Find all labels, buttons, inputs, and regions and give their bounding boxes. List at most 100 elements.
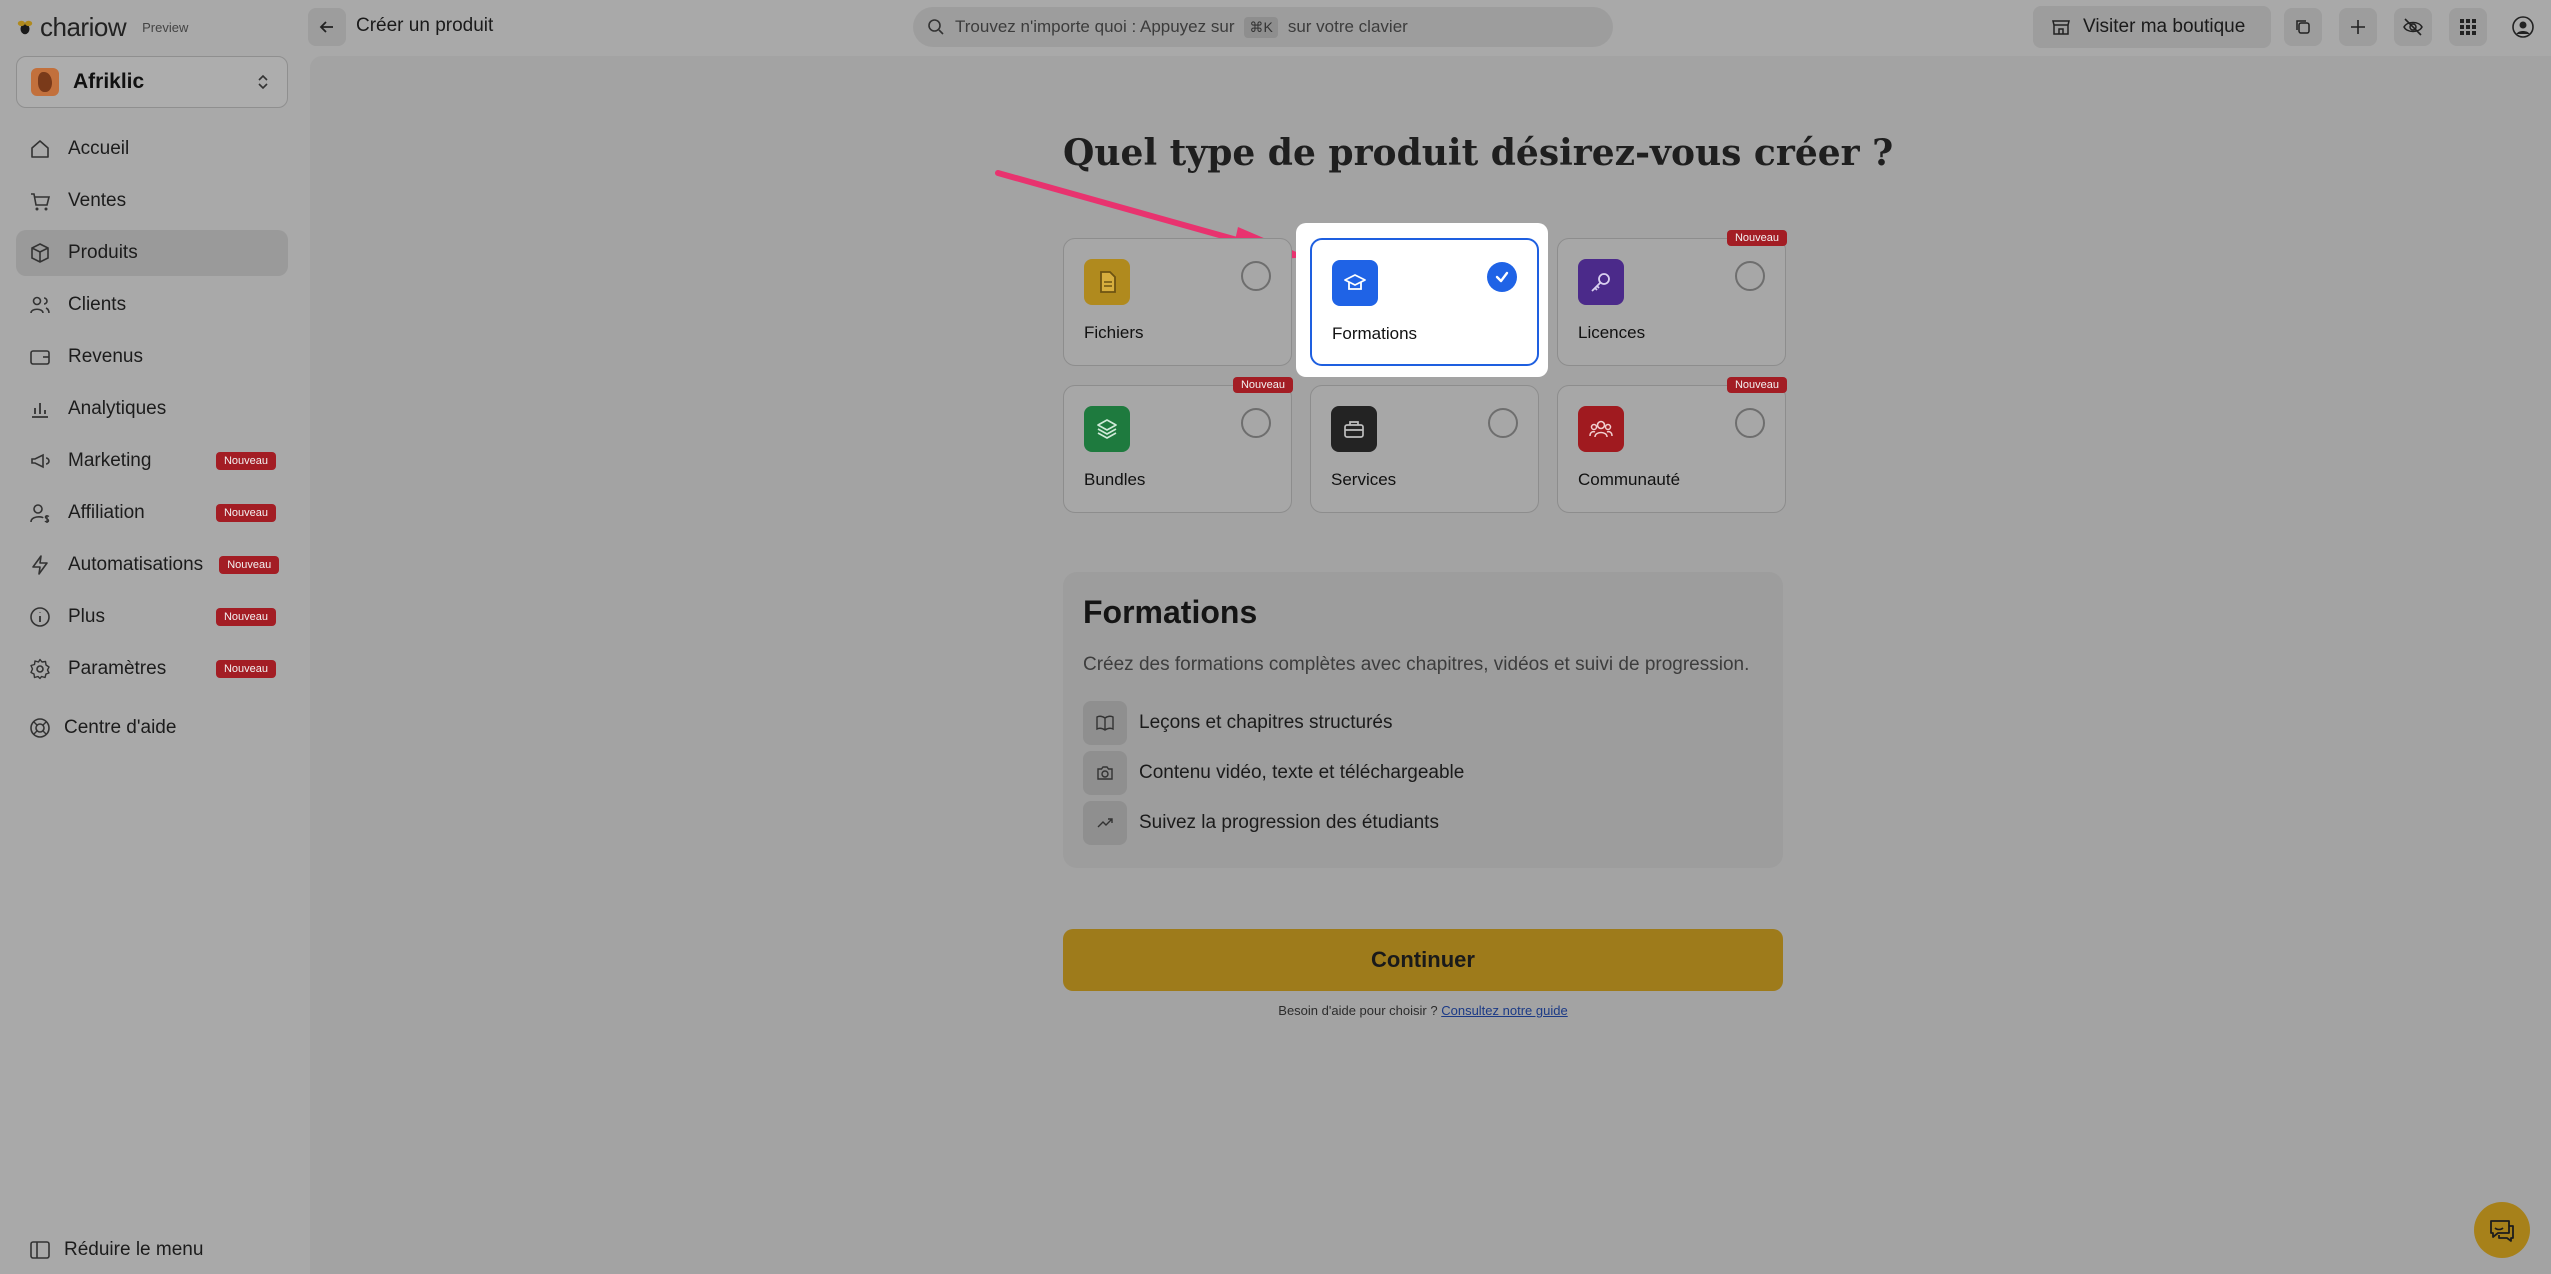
- home-icon: [31, 140, 49, 158]
- chevron-updown-icon: [258, 74, 268, 90]
- workspace-switcher[interactable]: Afriklic: [16, 56, 288, 108]
- sidebar-item-marketing[interactable]: Marketing Nouveau: [16, 438, 288, 484]
- product-type-card-formations[interactable]: Formations: [1310, 238, 1539, 366]
- trending-up-icon: [1083, 801, 1127, 845]
- new-badge: Nouveau: [215, 504, 276, 522]
- sidebar-item-label: Clients: [68, 294, 127, 315]
- product-type-card-fichiers[interactable]: Fichiers: [1063, 238, 1292, 366]
- new-badge: Nouveau: [1232, 377, 1293, 393]
- brand[interactable]: chariow Preview: [16, 12, 188, 42]
- sidebar-item-analytiques[interactable]: Analytiques: [16, 386, 288, 432]
- product-type-label: Bundles: [1084, 470, 1146, 489]
- radio-button[interactable]: [1488, 408, 1518, 438]
- product-type-card-communaute[interactable]: Communauté Nouveau: [1557, 377, 1787, 513]
- sidebar-item-ventes[interactable]: Ventes: [16, 178, 288, 224]
- sidebar: chariow Preview Afriklic Accueil Ventes …: [0, 0, 308, 1274]
- key-icon: [1578, 259, 1624, 305]
- chat-support-button[interactable]: [2474, 1202, 2530, 1258]
- sidebar-item-revenus[interactable]: Revenus: [16, 334, 288, 380]
- copy-button[interactable]: [2284, 8, 2322, 46]
- bolt-icon: [32, 555, 48, 575]
- sidebar-item-label: Centre d'aide: [64, 717, 177, 738]
- account-button[interactable]: [2504, 8, 2542, 46]
- workspace-name: Afriklic: [73, 70, 145, 93]
- sidebar-item-label: Plus: [68, 606, 105, 627]
- new-badge: Nouveau: [215, 660, 276, 678]
- sidebar-item-produits[interactable]: Produits: [16, 230, 288, 276]
- bee-logo-icon: [17, 20, 33, 35]
- sidebar-item-label: Paramètres: [68, 658, 167, 679]
- product-type-label: Fichiers: [1084, 323, 1144, 342]
- arrow-left-icon: [319, 21, 333, 33]
- visit-store-button[interactable]: Visiter ma boutique: [2033, 6, 2271, 48]
- search-icon: [928, 19, 944, 35]
- sidebar-item-label: Ventes: [68, 190, 127, 211]
- sidebar-item-affiliation[interactable]: Affiliation Nouveau: [16, 490, 288, 536]
- new-badge: Nouveau: [215, 452, 276, 470]
- sidebar-item-accueil[interactable]: Accueil: [16, 126, 288, 172]
- sidebar-item-label: Analytiques: [68, 398, 167, 419]
- guide-link[interactable]: Consultez notre guide: [1441, 1003, 1567, 1018]
- product-type-card-services[interactable]: Services: [1310, 385, 1539, 513]
- users-icon: [30, 296, 50, 314]
- chat-icon: [2490, 1220, 2514, 1242]
- topbar: Créer un produit Trouvez n'importe quoi …: [308, 0, 2551, 54]
- camera-icon: [1083, 751, 1127, 795]
- book-icon: [1083, 701, 1127, 745]
- product-type-label: Formations: [1332, 324, 1418, 343]
- user-dollar-icon: [30, 504, 50, 523]
- preview-tag: Preview: [142, 19, 189, 35]
- help-line: Besoin d'aide pour choisir ? Consultez n…: [1063, 1003, 1783, 1018]
- sidebar-item-parametres[interactable]: Paramètres Nouveau: [16, 646, 288, 692]
- product-type-label: Services: [1331, 470, 1397, 489]
- search-placeholder-suffix: sur votre clavier: [1287, 17, 1408, 36]
- layers-icon: [1084, 406, 1130, 452]
- page-title: Créer un produit: [356, 15, 494, 36]
- shortcut-key: ⌘K: [1244, 16, 1278, 38]
- sidebar-item-label: Accueil: [68, 138, 130, 159]
- box-icon: [31, 243, 49, 263]
- selected-check-icon[interactable]: [1487, 262, 1517, 292]
- feature-label: Contenu vidéo, texte et téléchargeable: [1139, 762, 1465, 783]
- new-badge: Nouveau: [1726, 377, 1787, 393]
- graduation-icon: [1332, 260, 1378, 306]
- sidebar-nav: Accueil Ventes Produits Clients Revenus …: [16, 126, 288, 698]
- details-description: Créez des formations complètes avec chap…: [1083, 654, 1750, 675]
- sidebar-item-help-center[interactable]: Centre d'aide: [28, 716, 176, 740]
- user-circle-icon: [2512, 16, 2534, 38]
- visit-store-label: Visiter ma boutique: [2083, 16, 2246, 37]
- back-button[interactable]: [308, 8, 346, 46]
- radio-button[interactable]: [1735, 408, 1765, 438]
- search-bar[interactable]: Trouvez n'importe quoi : Appuyez sur ⌘K …: [913, 7, 1613, 47]
- sidebar-item-clients[interactable]: Clients: [16, 282, 288, 328]
- apps-button[interactable]: [2449, 8, 2487, 46]
- hide-preview-button[interactable]: [2394, 8, 2432, 46]
- collapse-menu-button[interactable]: Réduire le menu: [28, 1238, 203, 1262]
- info-icon: [30, 607, 50, 627]
- product-type-card-bundles[interactable]: Bundles Nouveau: [1063, 377, 1293, 513]
- chart-icon: [32, 403, 48, 418]
- sidebar-item-label: Affiliation: [68, 502, 145, 523]
- radio-button[interactable]: [1241, 408, 1271, 438]
- new-badge: Nouveau: [219, 556, 280, 574]
- radio-button[interactable]: [1735, 261, 1765, 291]
- product-type-card-licences[interactable]: Licences Nouveau: [1557, 230, 1787, 366]
- radio-button[interactable]: [1241, 261, 1271, 291]
- search-placeholder: Trouvez n'importe quoi : Appuyez sur: [955, 17, 1235, 36]
- brand-name: chariow: [40, 11, 127, 42]
- store-icon: [2052, 20, 2070, 35]
- add-button[interactable]: [2339, 8, 2377, 46]
- wallet-icon: [30, 350, 50, 365]
- cart-icon: [31, 193, 51, 211]
- grid-icon: [2460, 19, 2476, 35]
- sidebar-item-plus[interactable]: Plus Nouveau: [16, 594, 288, 640]
- continue-button[interactable]: Continuer: [1063, 929, 1783, 991]
- product-type-label: Communauté: [1578, 470, 1681, 489]
- sidebar-item-label: Automatisations: [68, 554, 204, 575]
- product-type-label: Licences: [1578, 323, 1646, 342]
- sidebar-item-automatisations[interactable]: Automatisations Nouveau: [16, 542, 288, 588]
- product-type-details: Formations Créez des formations complète…: [1063, 572, 1783, 868]
- sidebar-item-label: Produits: [68, 242, 138, 263]
- eye-off-icon: [2403, 18, 2423, 36]
- feature-label: Leçons et chapitres structurés: [1139, 712, 1393, 733]
